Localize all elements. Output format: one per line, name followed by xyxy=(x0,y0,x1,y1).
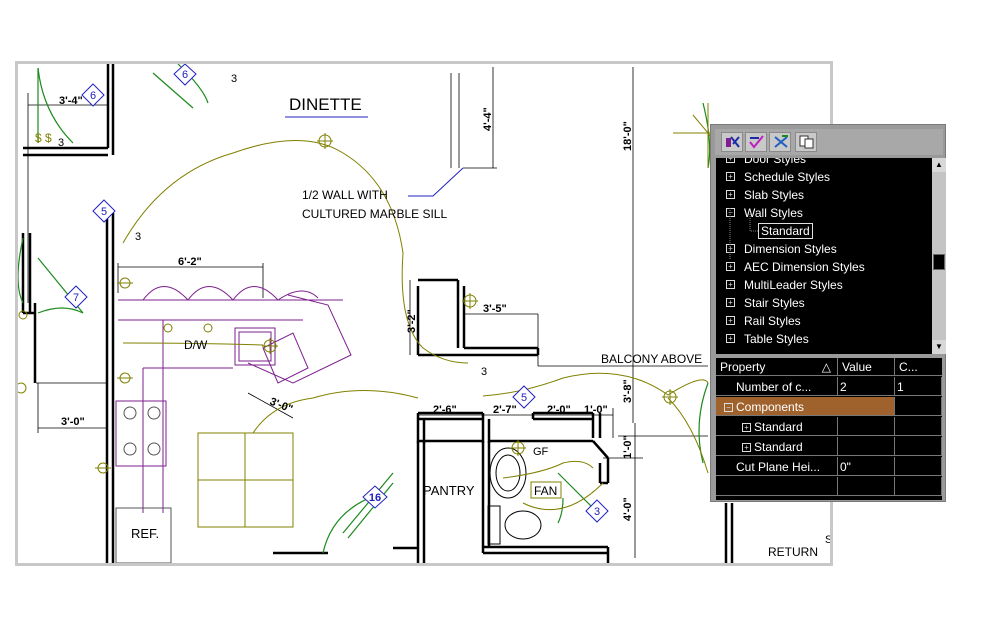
switch-symbols: $ $ xyxy=(35,131,52,145)
filter-icon xyxy=(726,136,740,148)
label-ref: REF. xyxy=(131,526,159,541)
label-dw: D/W xyxy=(184,338,208,352)
expand-icon[interactable]: + xyxy=(726,280,735,289)
label-return: RETURN xyxy=(768,545,818,559)
column-header-property[interactable]: Property △ xyxy=(716,358,838,376)
style-manager-palette[interactable]: + Door Styles + Schedule Styles + Slab Styl… xyxy=(710,124,946,502)
label-gf: GF xyxy=(533,446,549,458)
tag-3: 3 xyxy=(594,506,600,518)
check-icon xyxy=(749,135,764,149)
column-header-value[interactable]: Value xyxy=(838,358,895,376)
kitchen-casework xyxy=(115,286,352,513)
dim-2-7: 2'-7" xyxy=(493,404,517,416)
dinette-table xyxy=(197,432,294,528)
property-row-number[interactable]: Number of c... 2 1 xyxy=(716,377,942,397)
dim-4-0: 4'-0" xyxy=(622,497,634,521)
property-row-components[interactable]: Components − xyxy=(716,397,942,417)
label-s: S xyxy=(825,534,830,546)
style-tree[interactable]: + Door Styles + Schedule Styles + Slab Styl… xyxy=(716,158,932,354)
palette-toolbar xyxy=(715,129,943,155)
note-line-2: CULTURED MARBLE SILL xyxy=(302,207,447,221)
copy-icon xyxy=(799,135,814,149)
property-row-empty xyxy=(716,477,942,497)
purge-icon xyxy=(774,135,788,148)
purge-styles-button[interactable] xyxy=(769,132,791,152)
doors xyxy=(18,64,711,554)
circuit-3b: 3 xyxy=(58,137,64,149)
tag-6a: 6 xyxy=(90,90,96,102)
dim-3-5: 3'-5" xyxy=(483,303,507,315)
dim-3-0-left: 3'-0" xyxy=(61,416,85,428)
dim-3-2: 3'-2" xyxy=(406,309,418,333)
floor-plan[interactable]: DINETTE 1/2 WALL WITH CULTURED MARBLE SI… xyxy=(18,64,830,563)
tag-7: 7 xyxy=(73,292,79,304)
copy-style-button[interactable] xyxy=(795,132,817,152)
circuit-3a: 3 xyxy=(231,73,237,85)
expand-icon[interactable]: + xyxy=(726,158,735,163)
tags xyxy=(64,64,609,523)
dim-2-6: 2'-6" xyxy=(433,404,457,416)
expand-icon[interactable]: + xyxy=(742,443,751,452)
expand-icon[interactable]: + xyxy=(726,334,735,343)
circuit-3d: 3 xyxy=(481,366,487,378)
range-burners xyxy=(123,406,161,456)
dim-18-0: 18'-0" xyxy=(622,121,634,151)
properties-grid[interactable]: Property △ Value C... Number of c... 2 1 … xyxy=(716,358,942,500)
scroll-thumb[interactable] xyxy=(933,254,945,270)
expand-icon[interactable]: + xyxy=(726,316,735,325)
label-balcony: BALCONY ABOVE xyxy=(601,352,702,366)
tag-6b: 6 xyxy=(182,69,188,81)
dim-3-4: 3'-4" xyxy=(59,95,83,107)
circuit-3c: 3 xyxy=(135,231,141,243)
dim-1-0-vert: 1'-0" xyxy=(622,435,634,459)
property-row-standard-2[interactable]: Standard + xyxy=(716,437,942,457)
dim-2-0: 2'-0" xyxy=(547,404,571,416)
label-pantry: PANTRY xyxy=(423,483,475,498)
filter-style-type-button[interactable] xyxy=(721,132,743,152)
room-label-dinette: DINETTE xyxy=(289,95,362,114)
dimension-lines xyxy=(27,67,708,558)
scroll-down-icon[interactable]: ▼ xyxy=(932,340,946,354)
tag-16: 16 xyxy=(369,492,381,504)
dim-4-4: 4'-4" xyxy=(482,107,494,131)
expand-icon[interactable]: + xyxy=(742,423,751,432)
toggle-view-button[interactable] xyxy=(745,132,767,152)
column-header-c[interactable]: C... xyxy=(895,358,942,376)
dim-6-2: 6'-2" xyxy=(178,256,202,268)
tree-connector-lines xyxy=(729,208,758,260)
expand-icon[interactable]: + xyxy=(726,172,735,181)
tree-scrollbar[interactable]: ▲ ▼ xyxy=(932,158,946,354)
tag-5b: 5 xyxy=(521,392,527,404)
dim-1-0: 1'-0" xyxy=(584,404,608,416)
sort-icon[interactable]: △ xyxy=(822,358,831,376)
note-line-1: 1/2 WALL WITH xyxy=(302,188,388,202)
label-fan: FAN xyxy=(534,484,557,498)
expand-icon[interactable]: + xyxy=(726,298,735,307)
tag-5: 5 xyxy=(101,206,107,218)
dim-3-8: 3'-8" xyxy=(622,379,634,403)
property-row-cut-plane[interactable]: Cut Plane Hei... 0" xyxy=(716,457,942,477)
collapse-icon[interactable]: − xyxy=(724,403,733,412)
property-row-standard-1[interactable]: Standard + xyxy=(716,417,942,437)
scroll-up-icon[interactable]: ▲ xyxy=(932,158,946,172)
